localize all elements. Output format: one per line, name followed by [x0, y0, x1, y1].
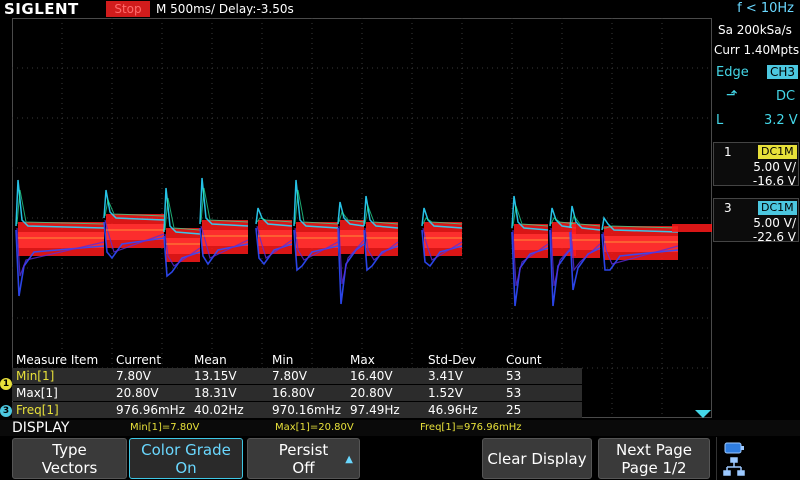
cell-max: 16.40V: [350, 369, 393, 383]
page-indicator: Page 1/2: [621, 459, 687, 477]
cell-std-dev: 46.96Hz: [428, 403, 478, 417]
clear-display-label: Clear Display: [487, 450, 587, 468]
row-name: Max[1]: [16, 386, 58, 400]
min-status: Min[1]=7.80V: [130, 422, 200, 433]
measure-header-row: Measure Item Current Mean Min Max Std-De…: [12, 352, 582, 368]
persist-value: Off: [292, 459, 315, 477]
cell-count: 53: [506, 369, 522, 383]
cell-current: 976.96mHz: [116, 403, 185, 417]
persist-softkey[interactable]: Persist Off ▲: [247, 438, 360, 479]
ch3-info-box[interactable]: 3 DC1M 5.00 V/ -22.6 V: [713, 198, 799, 244]
table-row[interactable]: Max[1] 20.80V 18.31V 16.80V 20.80V 1.52V…: [12, 385, 582, 401]
header-min: Min: [272, 353, 294, 367]
ch3-marker[interactable]: 3: [0, 405, 12, 417]
cell-mean: 13.15V: [194, 369, 237, 383]
cell-count: 53: [506, 386, 522, 400]
header-count: Count: [506, 353, 542, 367]
right-info-panel: Sa 200kSa/s Curr 1.40Mpts Edge CH3 ⬏ DC …: [712, 18, 800, 418]
cell-min: 970.16mHz: [272, 403, 341, 417]
type-softkey[interactable]: Type Vectors: [12, 438, 127, 479]
cell-count: 25: [506, 403, 522, 417]
type-value: Vectors: [41, 459, 98, 477]
clear-display-softkey[interactable]: Clear Display: [482, 438, 592, 479]
ch3-coupling-badge: DC1M: [758, 201, 797, 215]
trigger-level-label: L: [716, 113, 724, 128]
ch1-coupling-badge: DC1M: [758, 145, 797, 159]
cell-max: 97.49Hz: [350, 403, 400, 417]
color-grade-softkey[interactable]: Color Grade On: [129, 438, 243, 479]
menu-title: DISPLAY: [12, 420, 70, 436]
top-status-bar: SIGLENT Stop M 500ms/ Delay:-3.50s f < 1…: [0, 0, 800, 18]
persist-label: Persist: [278, 441, 329, 459]
next-page-softkey[interactable]: Next Page Page 1/2: [598, 438, 710, 479]
cell-current: 7.80V: [116, 369, 151, 383]
brand-logo: SIGLENT: [4, 0, 79, 18]
submenu-arrow-icon: ▲: [345, 454, 353, 465]
ch1-offset: -16.6 V: [752, 174, 796, 188]
usb-storage-icon: [724, 442, 744, 454]
rising-edge-icon: ⬏: [726, 87, 738, 103]
network-icon: [723, 457, 745, 476]
waveform-band: [18, 232, 104, 248]
color-grade-label: Color Grade: [141, 441, 231, 459]
cell-mean: 40.02Hz: [194, 403, 244, 417]
sample-rate: Sa 200kSa/s: [718, 23, 792, 37]
menu-status-line: DISPLAY Min[1]=7.80V Max[1]=20.80V Freq[…: [0, 420, 800, 436]
trigger-frequency-readout: f < 10Hz: [737, 1, 794, 16]
freq-status: Freq[1]=976.96mHz: [420, 422, 522, 433]
cell-min: 7.80V: [272, 369, 307, 383]
run-stop-indicator[interactable]: Stop: [106, 1, 150, 17]
trigger-source-badge[interactable]: CH3: [767, 65, 799, 79]
ch1-number: 1: [724, 145, 732, 159]
cell-mean: 18.31V: [194, 386, 237, 400]
waveform-band: [672, 224, 712, 232]
row-name: Freq[1]: [16, 403, 59, 417]
cell-std-dev: 1.52V: [428, 386, 463, 400]
type-label: Type: [52, 441, 87, 459]
header-measure-item: Measure Item: [16, 353, 99, 367]
ch3-scale: 5.00 V/: [753, 216, 796, 230]
max-status: Max[1]=20.80V: [275, 422, 354, 433]
trigger-level: 3.2 V: [764, 113, 798, 128]
ch3-offset: -22.6 V: [752, 230, 796, 244]
measurement-table: Measure Item Current Mean Min Max Std-De…: [12, 352, 582, 418]
trigger-type[interactable]: Edge: [716, 66, 749, 80]
next-page-label: Next Page: [615, 441, 693, 459]
system-status-icons: [723, 442, 745, 476]
header-std-dev: Std-Dev: [428, 353, 476, 367]
header-current: Current: [116, 353, 162, 367]
cell-min: 16.80V: [272, 386, 315, 400]
timebase-readout[interactable]: M 500ms/ Delay:-3.50s: [156, 0, 294, 18]
ch1-marker[interactable]: 1: [0, 378, 12, 390]
cell-current: 20.80V: [116, 386, 159, 400]
header-mean: Mean: [194, 353, 227, 367]
color-grade-value: On: [175, 459, 197, 477]
cell-max: 20.80V: [350, 386, 393, 400]
table-row[interactable]: Freq[1] 976.96mHz 40.02Hz 970.16mHz 97.4…: [12, 402, 582, 418]
row-name: Min[1]: [16, 369, 55, 383]
ch3-number: 3: [724, 201, 732, 215]
ch1-scale: 5.00 V/: [753, 160, 796, 174]
softkey-bar: Type Vectors Color Grade On Persist Off …: [0, 437, 800, 480]
cell-std-dev: 3.41V: [428, 369, 463, 383]
trigger-coupling: DC: [776, 89, 796, 104]
table-row[interactable]: Min[1] 7.80V 13.15V 7.80V 16.40V 3.41V 5…: [12, 368, 582, 384]
ch1-info-box[interactable]: 1 DC1M 5.00 V/ -16.6 V: [713, 142, 799, 188]
memory-depth: Curr 1.40Mpts: [714, 43, 800, 57]
header-max: Max: [350, 353, 375, 367]
back-separator: [716, 437, 717, 480]
